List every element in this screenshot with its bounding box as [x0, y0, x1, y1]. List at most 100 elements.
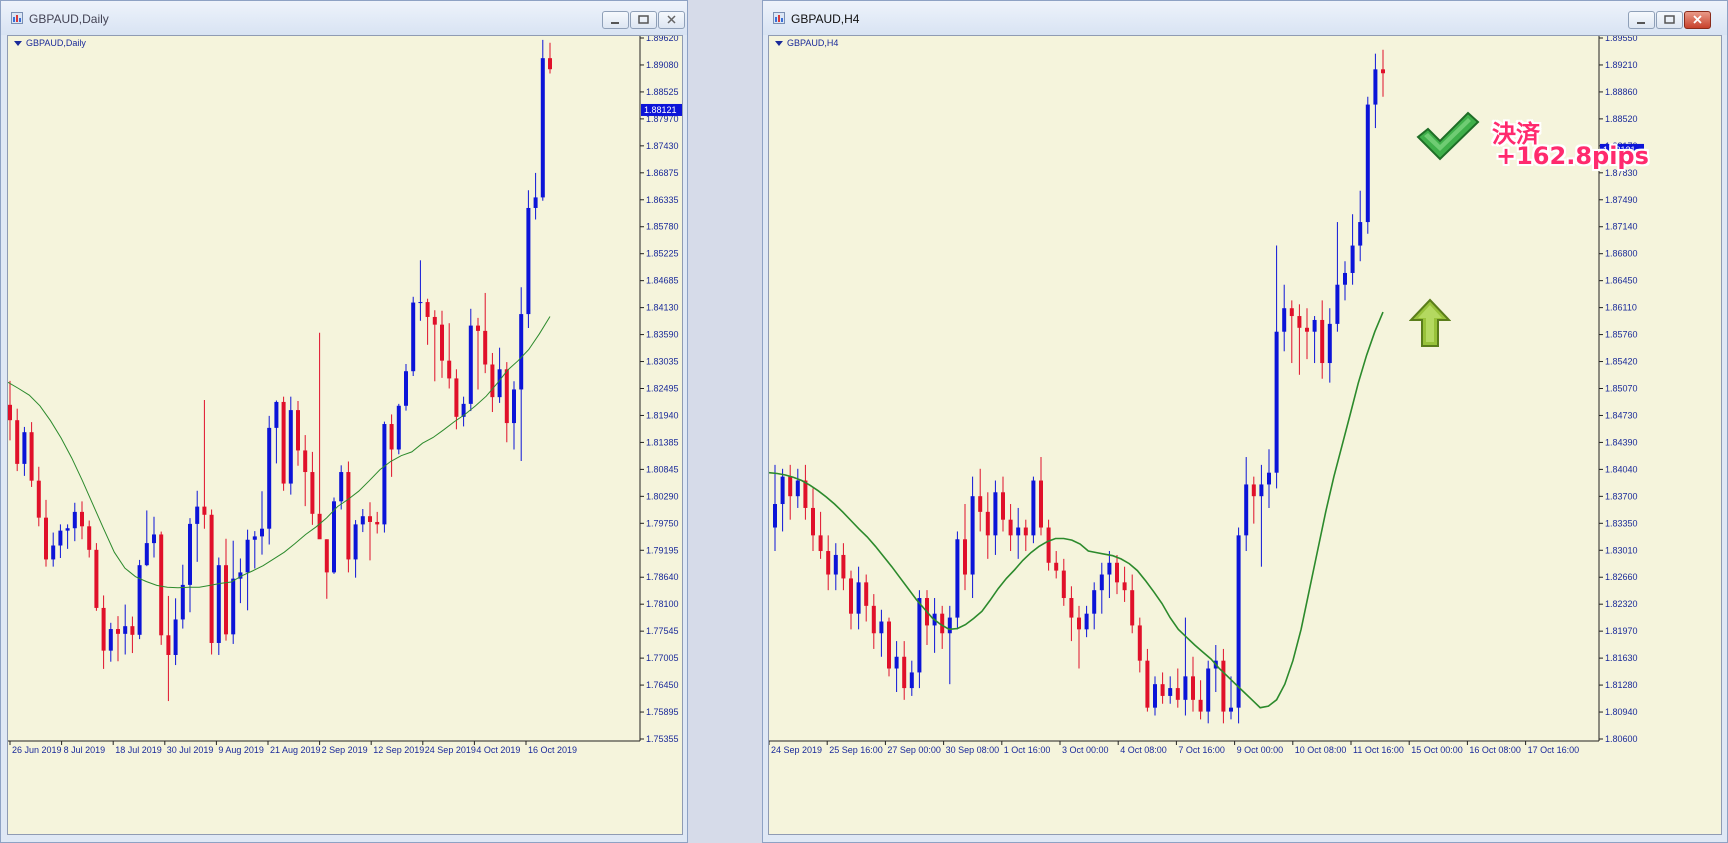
candle-body — [526, 207, 531, 315]
candle-body — [130, 626, 135, 635]
checkmark-icon — [1416, 111, 1480, 161]
candle-body — [1274, 331, 1279, 473]
candle-body — [1046, 527, 1051, 563]
price-tick-label: 1.76450 — [646, 680, 679, 690]
minimize-button[interactable] — [1628, 11, 1655, 29]
candle-body — [947, 617, 952, 634]
candle-body — [346, 472, 351, 560]
candle-body — [1099, 574, 1104, 591]
candle-body — [1267, 472, 1271, 485]
candle-body — [72, 511, 77, 529]
candle-body — [841, 554, 846, 579]
price-tick-label: 1.80290 — [646, 491, 679, 501]
time-tick-label: 1 Oct 16:00 — [1004, 745, 1051, 755]
chart-window-icon — [773, 12, 785, 24]
candle-body — [811, 507, 815, 536]
candle-body — [1381, 69, 1385, 74]
candle-body — [245, 539, 250, 573]
daily-chart-label-text: GBPAUD,Daily — [26, 38, 86, 48]
price-tick-label: 1.87490 — [1605, 195, 1638, 205]
candle-body — [780, 476, 785, 505]
candle-body — [1305, 327, 1309, 332]
candle-body — [116, 629, 120, 634]
candle-body — [180, 584, 185, 620]
candle-body — [504, 369, 509, 424]
candle-body — [216, 565, 221, 643]
daily-chart-label: GBPAUD,Daily — [14, 38, 86, 48]
candle-body — [1350, 245, 1355, 273]
candle-body — [864, 582, 869, 606]
minimize-button[interactable] — [602, 11, 629, 29]
candle-body — [324, 539, 329, 573]
price-tick-label: 1.79750 — [646, 518, 679, 528]
left-window-titlebar[interactable]: GBPAUD,Daily — [1, 1, 687, 35]
candle-body — [94, 549, 99, 608]
candle-body — [826, 551, 831, 575]
candle-body — [411, 302, 416, 372]
close-icon — [667, 15, 676, 24]
candle-body — [963, 539, 967, 575]
candle-body — [879, 621, 884, 634]
candle-body — [159, 534, 164, 636]
candle-body — [894, 656, 899, 669]
price-tick-label: 1.77545 — [646, 626, 679, 636]
candle-body — [404, 371, 408, 406]
candle-body — [317, 513, 322, 540]
candle-body — [1343, 272, 1347, 285]
candle-body — [1122, 582, 1127, 591]
time-tick-label: 9 Aug 2019 — [218, 745, 264, 755]
restore-icon — [1664, 15, 1675, 24]
price-tick-label: 1.78640 — [646, 572, 679, 582]
candle-body — [1130, 590, 1135, 626]
candle-body — [1191, 676, 1195, 700]
h4-chart-label: GBPAUD,H4 — [775, 38, 838, 48]
price-tick-label: 1.84130 — [646, 303, 679, 313]
candle-body — [849, 578, 853, 614]
time-tick-label: 11 Oct 16:00 — [1353, 745, 1404, 755]
price-tick-label: 1.85420 — [1605, 357, 1638, 367]
price-tick-label: 1.84040 — [1605, 464, 1638, 474]
time-tick-label: 30 Jul 2019 — [167, 745, 214, 755]
candle-body — [296, 410, 300, 451]
price-tick-label: 1.89210 — [1605, 60, 1638, 70]
candle-body — [773, 504, 777, 528]
close-button[interactable] — [1684, 11, 1711, 29]
candle-body — [497, 369, 502, 398]
time-tick-label: 3 Oct 00:00 — [1062, 745, 1109, 755]
price-tick-label: 1.87430 — [646, 141, 679, 151]
candle-body — [788, 476, 793, 497]
price-tick-label: 1.80940 — [1605, 707, 1638, 717]
candle-body — [382, 424, 387, 525]
candle-body — [1282, 308, 1287, 332]
candle-body — [476, 325, 480, 331]
candle-body — [909, 672, 914, 689]
candle-body — [1168, 688, 1173, 696]
restore-button[interactable] — [1656, 11, 1683, 29]
candle-body — [87, 526, 92, 550]
restore-button[interactable] — [630, 11, 657, 29]
candle-body — [173, 619, 178, 655]
candle-body — [231, 578, 236, 635]
candle-body — [887, 621, 891, 669]
time-tick-label: 4 Oct 08:00 — [1120, 745, 1167, 755]
candle-body — [1115, 562, 1119, 583]
price-tick-label: 1.84685 — [646, 276, 679, 286]
candle-body — [1069, 598, 1074, 618]
price-tick-label: 1.86800 — [1605, 249, 1638, 259]
daily-chart-area[interactable]: GBPAUD,Daily 1.89620 1.89080 1.88525 1.8797… — [7, 35, 683, 835]
right-window-titlebar[interactable]: GBPAUD,H4 — [763, 1, 1727, 35]
candle-body — [137, 565, 142, 635]
candle-body — [432, 316, 437, 325]
candle-body — [1137, 625, 1142, 661]
candle-body — [15, 420, 20, 464]
candle-body — [818, 535, 823, 552]
candle-body — [1198, 699, 1203, 712]
candle-body — [281, 401, 286, 484]
candle-body — [1327, 323, 1332, 364]
candle-body — [310, 472, 315, 514]
candle-body — [252, 536, 257, 540]
h4-chart-area[interactable]: GBPAUD,H4 1.89550 1.89210 1.88860 1.88520 1.… — [768, 35, 1722, 835]
candle-body — [36, 480, 41, 518]
close-button[interactable] — [658, 11, 685, 29]
candle-body — [1023, 527, 1028, 536]
